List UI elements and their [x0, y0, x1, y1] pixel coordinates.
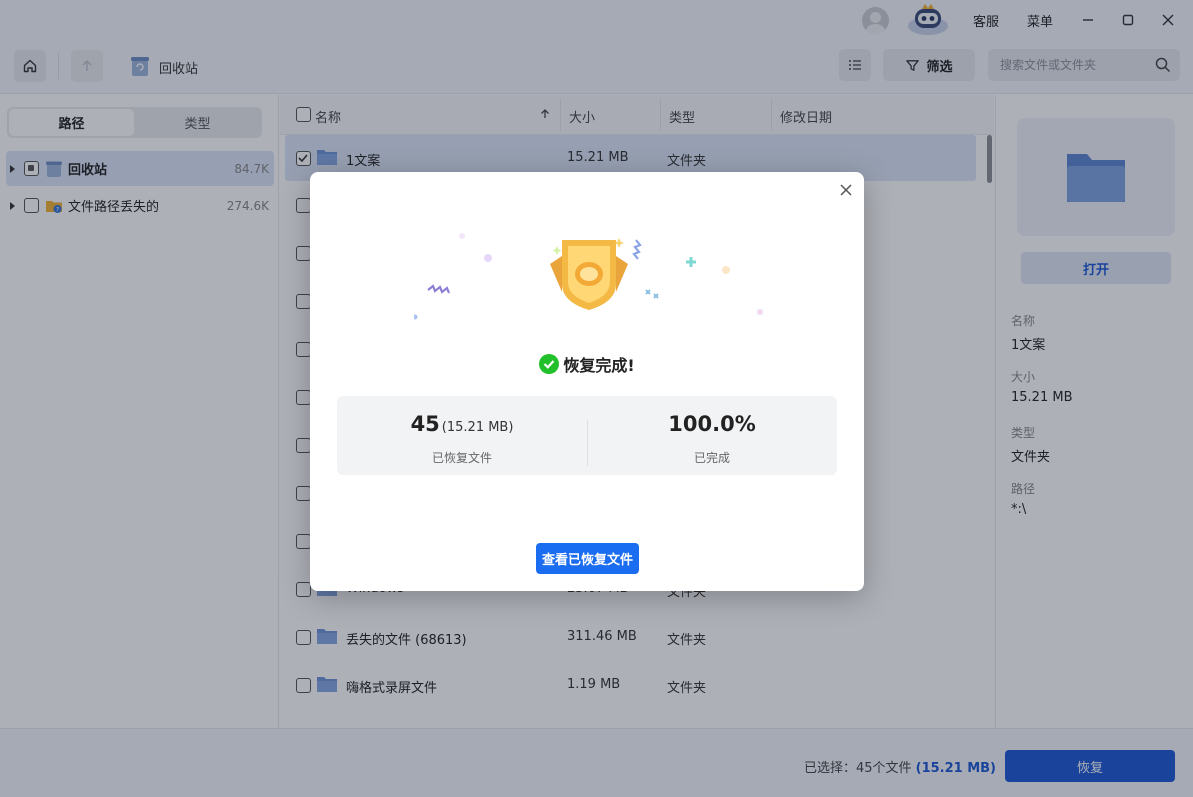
completion-status: 恢复完成!	[310, 352, 864, 376]
dialog-title: 恢复完成!	[563, 356, 635, 375]
recovery-complete-dialog: 恢复完成! 45 (15.21 MB) 已恢复文件 100.0% 已完成 查看已恢…	[310, 172, 864, 591]
progress-label: 已完成	[693, 451, 730, 465]
progress-percent: 100.0%	[668, 412, 756, 436]
progress-stat: 100.0% 已完成	[587, 396, 837, 475]
recovered-files-label: 已恢复文件	[431, 451, 492, 465]
close-icon[interactable]	[838, 182, 854, 198]
success-check-icon	[539, 354, 560, 374]
recovery-stats: 45 (15.21 MB) 已恢复文件 100.0% 已完成	[337, 396, 837, 475]
view-recovered-files-button[interactable]: 查看已恢复文件	[536, 543, 639, 574]
trophy-badge-icon	[414, 233, 763, 320]
recovered-files-value: 45 (15.21 MB)	[337, 412, 587, 436]
recovered-count: 45	[410, 412, 440, 436]
recovered-size: (15.21 MB)	[441, 420, 514, 435]
recovered-files-stat: 45 (15.21 MB) 已恢复文件	[337, 396, 587, 475]
